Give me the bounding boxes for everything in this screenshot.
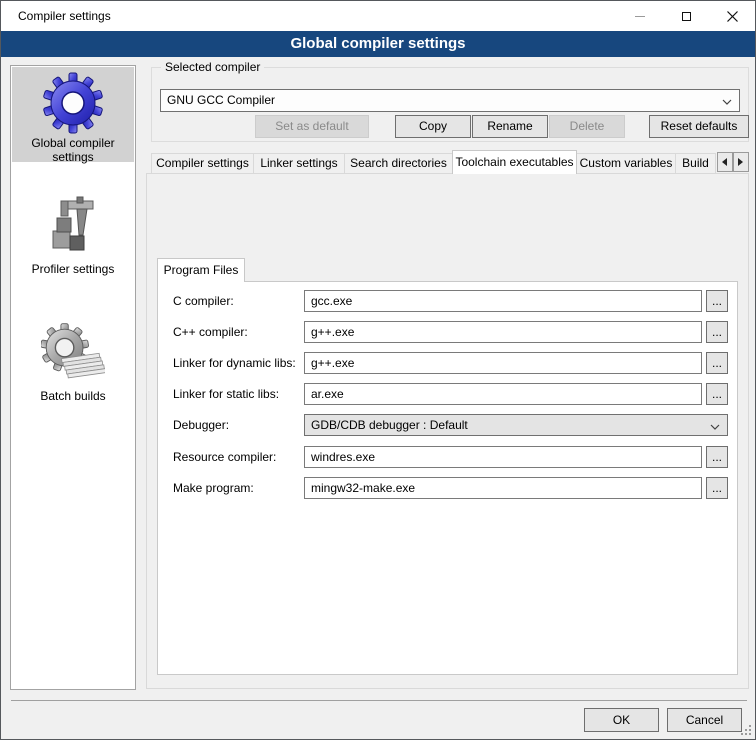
cpp-compiler-label: C++ compiler: xyxy=(173,321,248,343)
sidebar-item-label: Global compiler settings xyxy=(12,136,134,164)
tab-compiler-settings[interactable]: Compiler settings xyxy=(151,153,254,174)
close-icon xyxy=(727,11,738,22)
resize-grip[interactable] xyxy=(741,725,751,735)
chevron-down-icon xyxy=(722,99,732,105)
static-linker-label: Linker for static libs: xyxy=(173,383,279,405)
c-compiler-label: C compiler: xyxy=(173,290,234,312)
resource-compiler-input[interactable]: windres.exe xyxy=(304,446,702,468)
sidebar-item-profiler-settings[interactable]: Profiler settings xyxy=(12,191,134,291)
delete-button[interactable]: Delete xyxy=(549,115,625,138)
sidebar-item-global-compiler-settings[interactable]: Global compiler settings xyxy=(12,67,134,162)
tab-toolchain-executables[interactable]: Toolchain executables xyxy=(452,150,577,174)
static-linker-input[interactable]: ar.exe xyxy=(304,383,702,405)
group-label: Selected compiler xyxy=(161,60,264,74)
subtab-program-files[interactable]: Program Files xyxy=(157,258,245,282)
maximize-button[interactable] xyxy=(663,1,709,31)
compiler-settings-dialog: Compiler settings Global compiler settin… xyxy=(0,0,756,740)
title-bar[interactable]: Compiler settings xyxy=(1,1,755,31)
resource-compiler-browse-button[interactable]: ... xyxy=(706,446,728,468)
dynamic-linker-label: Linker for dynamic libs: xyxy=(173,352,296,374)
make-program-browse-button[interactable]: ... xyxy=(706,477,728,499)
arrow-left-icon xyxy=(722,158,728,166)
rename-button[interactable]: Rename xyxy=(472,115,548,138)
tab-scroll-right-button[interactable] xyxy=(733,152,749,172)
blue-gear-icon xyxy=(41,71,105,135)
gray-gear-stack-icon xyxy=(41,322,105,388)
reset-defaults-button[interactable]: Reset defaults xyxy=(649,115,749,138)
sidebar-item-batch-builds[interactable]: Batch builds xyxy=(12,318,134,420)
set-as-default-button[interactable]: Set as default xyxy=(255,115,369,138)
dynamic-linker-input[interactable]: g++.exe xyxy=(304,352,702,374)
resource-compiler-label: Resource compiler: xyxy=(173,446,276,468)
settings-category-list: Global compiler settings Profiler settin… xyxy=(10,65,136,690)
maximize-icon xyxy=(682,12,691,21)
window-title: Compiler settings xyxy=(18,1,111,31)
tab-search-directories[interactable]: Search directories xyxy=(344,153,453,174)
sidebar-item-label: Batch builds xyxy=(12,389,134,403)
dynamic-linker-browse-button[interactable]: ... xyxy=(706,352,728,374)
compiler-select-value: GNU GCC Compiler xyxy=(167,93,275,107)
compiler-select[interactable]: GNU GCC Compiler xyxy=(160,89,740,112)
close-button[interactable] xyxy=(709,1,755,31)
debugger-label: Debugger: xyxy=(173,414,229,436)
dialog-banner: Global compiler settings xyxy=(1,31,755,57)
make-program-label: Make program: xyxy=(173,477,254,499)
tab-scroll-left-button[interactable] xyxy=(717,152,733,172)
footer-separator xyxy=(11,700,747,701)
tab-build-options-clipped[interactable]: Build xyxy=(675,153,716,174)
arrow-right-icon xyxy=(738,158,744,166)
debugger-select-value: GDB/CDB debugger : Default xyxy=(311,418,468,432)
caliper-blocks-icon xyxy=(41,195,105,261)
cpp-compiler-browse-button[interactable]: ... xyxy=(706,321,728,343)
c-compiler-input[interactable]: gcc.exe xyxy=(304,290,702,312)
minimize-icon xyxy=(635,16,645,17)
tab-linker-settings[interactable]: Linker settings xyxy=(253,153,345,174)
sidebar-item-label: Profiler settings xyxy=(12,262,134,276)
copy-button[interactable]: Copy xyxy=(395,115,471,138)
tab-custom-variables[interactable]: Custom variables xyxy=(576,153,676,174)
debugger-select[interactable]: GDB/CDB debugger : Default xyxy=(304,414,728,436)
ok-button[interactable]: OK xyxy=(584,708,659,732)
c-compiler-browse-button[interactable]: ... xyxy=(706,290,728,312)
chevron-down-icon xyxy=(710,424,720,430)
static-linker-browse-button[interactable]: ... xyxy=(706,383,728,405)
make-program-input[interactable]: mingw32-make.exe xyxy=(304,477,702,499)
minimize-button[interactable] xyxy=(617,1,663,31)
cancel-button[interactable]: Cancel xyxy=(667,708,742,732)
cpp-compiler-input[interactable]: g++.exe xyxy=(304,321,702,343)
